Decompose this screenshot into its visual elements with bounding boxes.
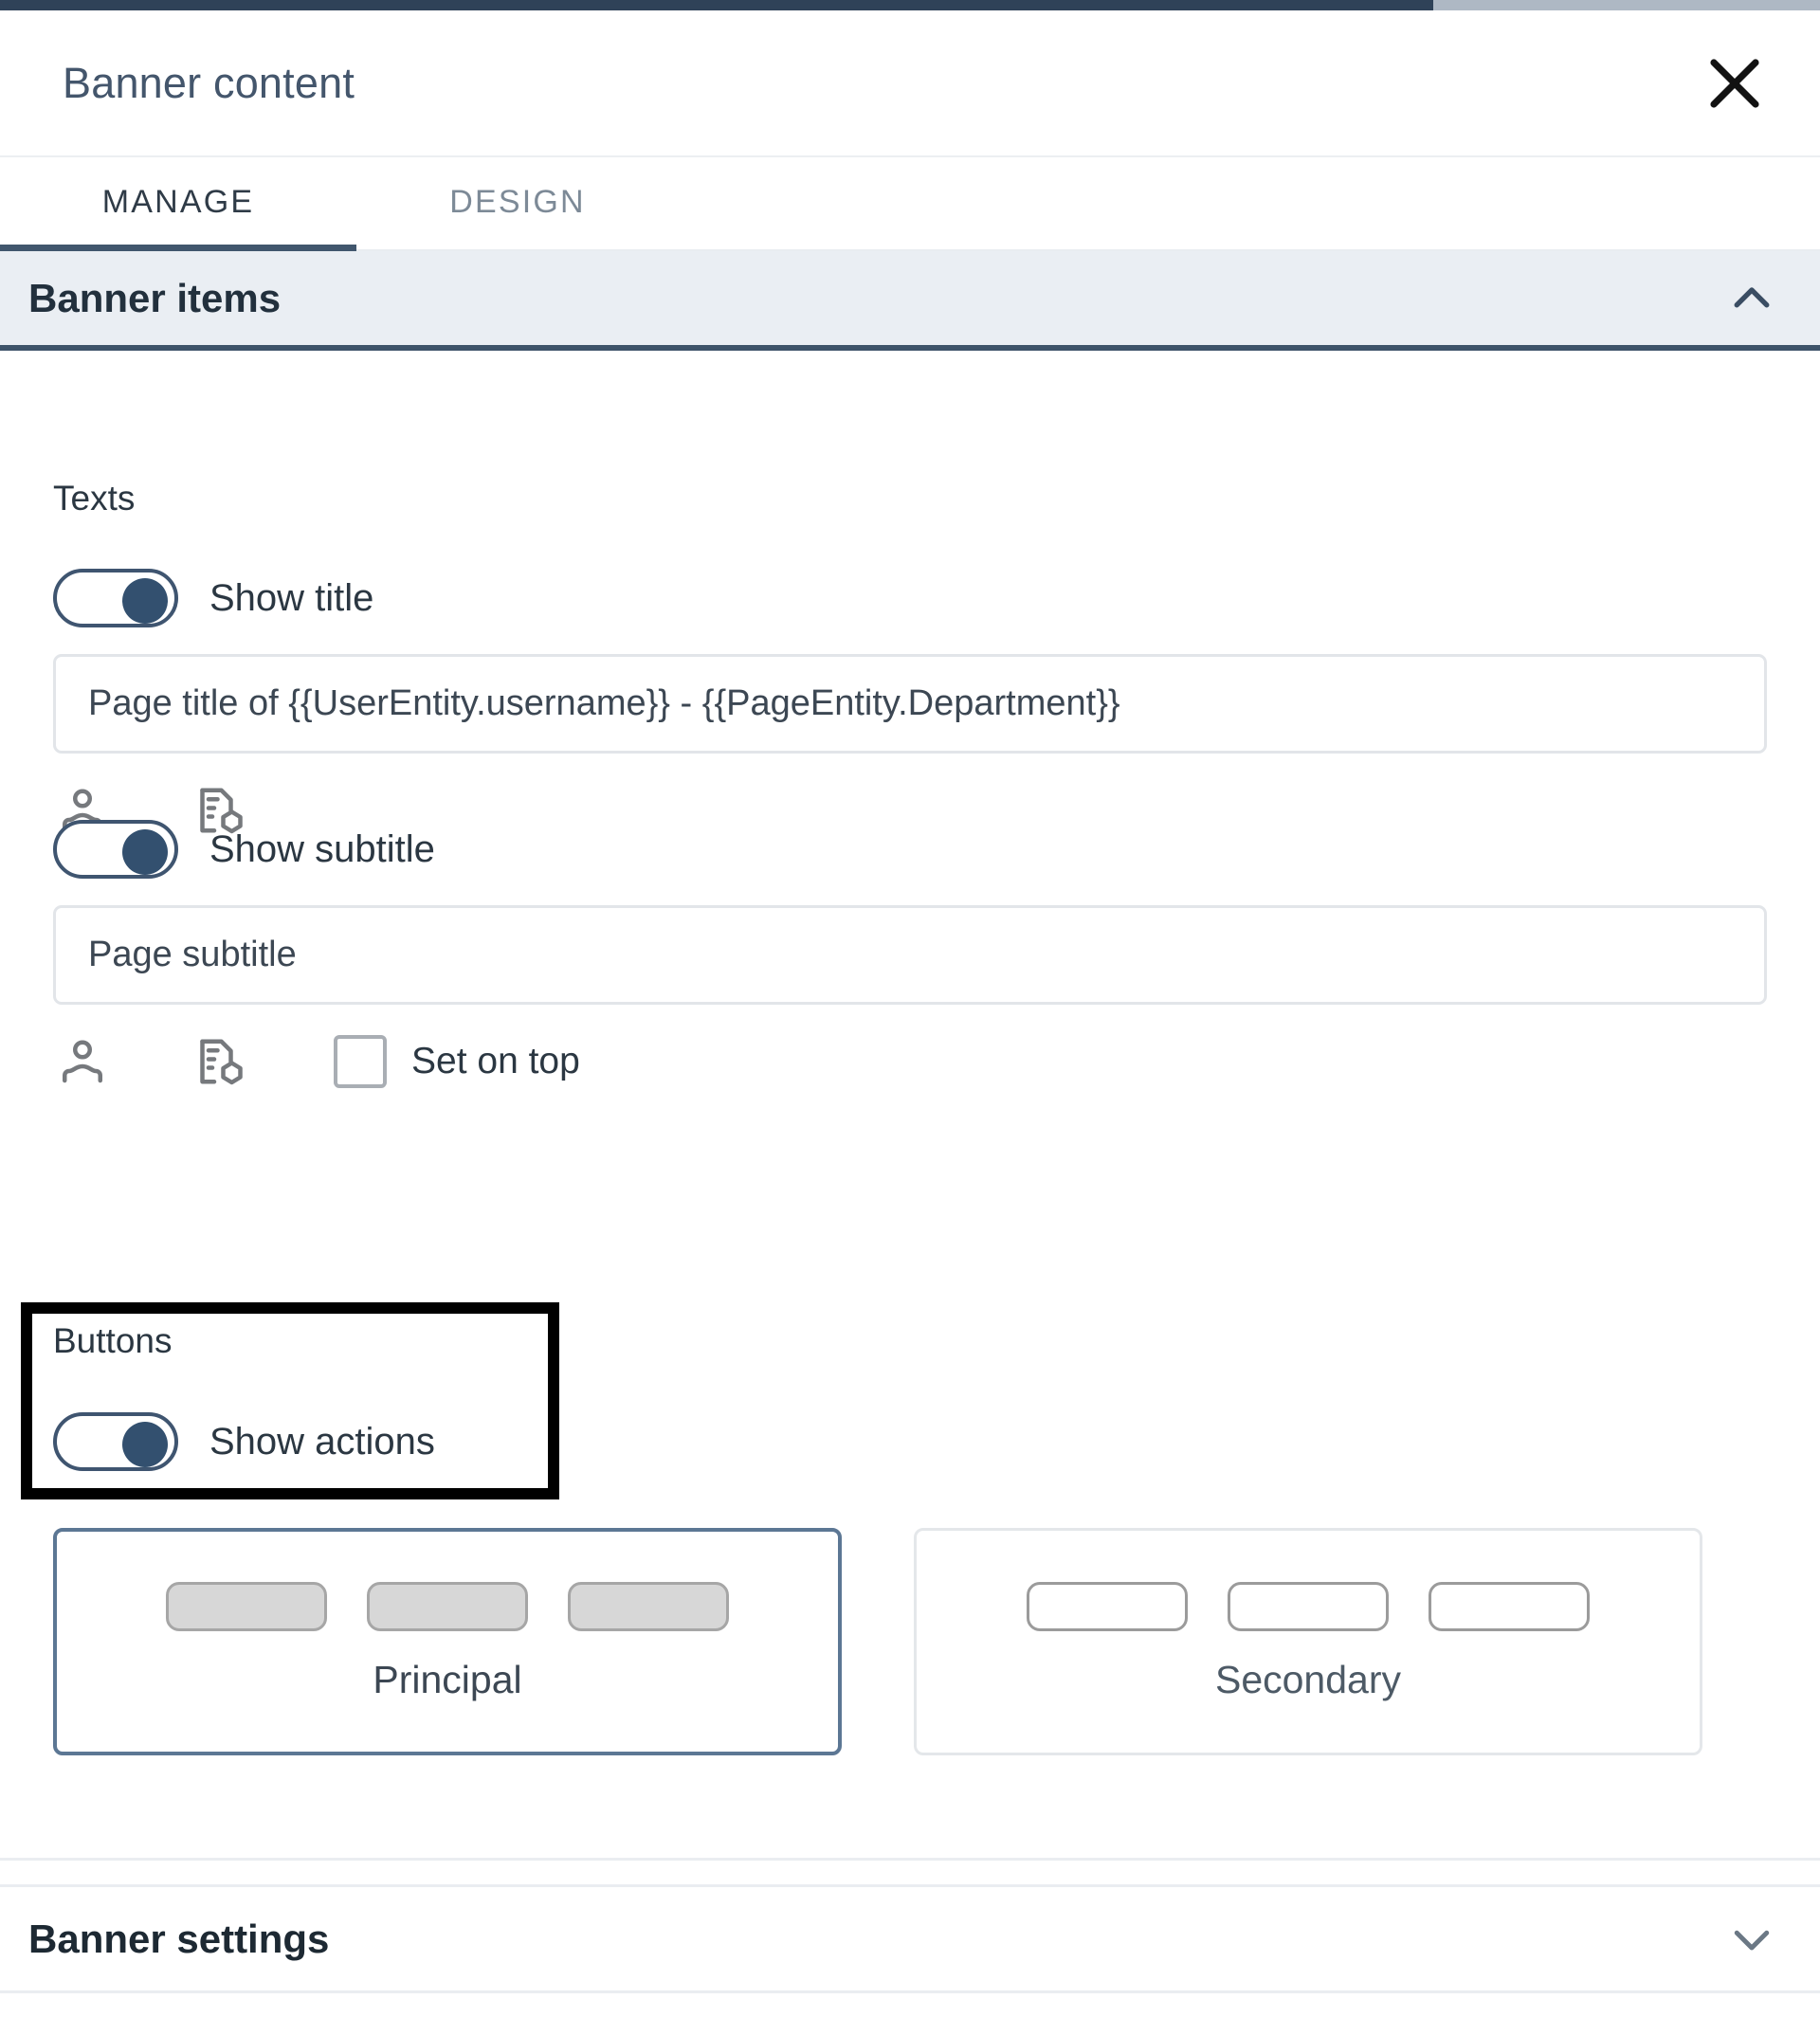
show-title-label: Show title [209, 576, 374, 619]
show-title-toggle-row[interactable]: Show title [53, 569, 373, 627]
secondary-pill-preview [1027, 1581, 1590, 1631]
tab-manage-label: MANAGE [101, 184, 255, 220]
show-title-switch[interactable] [53, 569, 178, 627]
show-actions-toggle-row[interactable]: Show actions [53, 1412, 435, 1471]
pill-icon [568, 1581, 729, 1631]
tab-design-label: DESIGN [449, 184, 586, 220]
accordion-banner-items-header[interactable]: Banner items [0, 251, 1820, 351]
page-entity-icon[interactable] [186, 1028, 252, 1095]
page-title: Banner content [63, 58, 355, 107]
subtitle-token-icons: Set on top [49, 1028, 580, 1095]
show-title-switch-knob [122, 578, 168, 624]
window-top-strip [0, 0, 1820, 10]
pill-icon [1228, 1581, 1389, 1631]
subtitle-input[interactable]: Page subtitle [53, 905, 1767, 1005]
tab-design[interactable]: DESIGN [356, 155, 679, 249]
window-top-strip-active [0, 0, 1433, 10]
buttons-group-label: Buttons [53, 1321, 173, 1360]
show-subtitle-switch[interactable] [53, 820, 178, 879]
set-on-top-label: Set on top [411, 1041, 580, 1081]
tab-manage[interactable]: MANAGE [0, 155, 356, 251]
pill-icon [166, 1581, 327, 1631]
chevron-down-icon[interactable] [1721, 1909, 1782, 1970]
panel-tabs: MANAGE DESIGN [0, 157, 1820, 251]
section-divider [0, 1858, 1820, 1861]
texts-group-label: Texts [53, 479, 136, 518]
chevron-up-icon[interactable] [1721, 268, 1782, 329]
close-button[interactable] [1691, 40, 1778, 127]
variant-card-secondary[interactable]: Secondary [914, 1528, 1702, 1755]
set-on-top-checkbox[interactable] [334, 1035, 387, 1088]
user-entity-icon[interactable] [49, 1028, 116, 1095]
show-actions-switch-knob [122, 1422, 168, 1467]
show-actions-label: Show actions [209, 1420, 435, 1463]
accordion-banner-settings-label: Banner settings [28, 1916, 330, 1961]
show-subtitle-toggle-row[interactable]: Show subtitle [53, 820, 435, 879]
principal-pill-preview [166, 1581, 729, 1631]
pill-icon [1027, 1581, 1188, 1631]
title-input[interactable]: Page title of {{UserEntity.username}} - … [53, 654, 1767, 754]
show-subtitle-label: Show subtitle [209, 827, 435, 870]
variant-card-secondary-label: Secondary [1214, 1657, 1401, 1701]
show-subtitle-switch-knob [122, 829, 168, 875]
variant-card-principal-label: Principal [373, 1657, 522, 1701]
banner-content-panel: Banner content MANAGE DESIGN Banner item… [0, 0, 1820, 2017]
variant-card-principal[interactable]: Principal [53, 1528, 842, 1755]
pill-icon [367, 1581, 528, 1631]
close-icon [1703, 52, 1766, 115]
set-on-top-checkbox-row[interactable]: Set on top [334, 1035, 580, 1088]
accordion-banner-items-label: Banner items [28, 275, 282, 320]
panel-header: Banner content [0, 10, 1820, 157]
accordion-banner-settings-header[interactable]: Banner settings [0, 1884, 1820, 1993]
pill-icon [1429, 1581, 1590, 1631]
show-actions-switch[interactable] [53, 1412, 178, 1471]
